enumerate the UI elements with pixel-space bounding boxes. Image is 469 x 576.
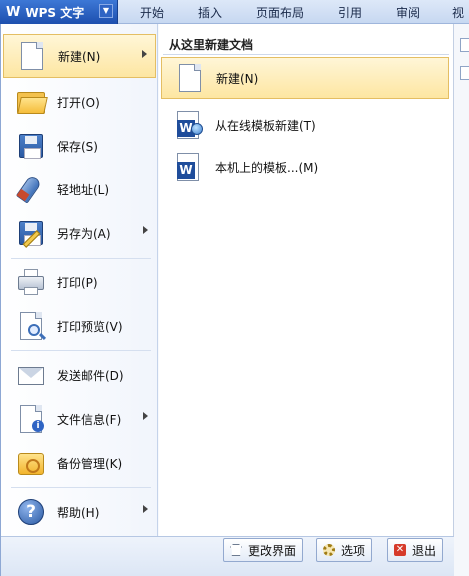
options-gear-icon	[321, 542, 337, 558]
save-as-icon	[15, 217, 47, 249]
open-folder-icon	[15, 86, 48, 118]
menu-divider	[11, 350, 151, 351]
menu-item-open[interactable]: 打开(O)	[3, 80, 156, 124]
file-info-icon: i	[15, 403, 47, 435]
menu-item-label: 轻地址(L)	[57, 182, 110, 197]
ribbon-control	[460, 38, 469, 52]
menu-item-light-address[interactable]: 轻地址(L)	[3, 167, 156, 211]
shirt-icon	[228, 542, 244, 558]
exit-icon: ✕	[394, 544, 406, 556]
mail-icon	[15, 359, 47, 391]
printer-icon	[15, 266, 47, 298]
local-template-icon: W	[175, 151, 205, 183]
menu-item-label: 打印预览(V)	[57, 319, 123, 334]
menu-item-label: 文件信息(F)	[57, 412, 122, 427]
submenu-item-label: 本机上的模板...(M)	[215, 160, 319, 175]
blank-document-icon	[176, 62, 206, 94]
menu-item-label: 帮助(H)	[57, 505, 100, 520]
ribbon-control	[460, 66, 469, 80]
submenu-item-label: 从在线模板新建(T)	[215, 118, 316, 133]
menu-item-file-info[interactable]: i 文件信息(F)	[3, 397, 156, 441]
menu-divider	[11, 258, 151, 259]
app-menu-dropdown-icon[interactable]: ▼	[99, 4, 113, 18]
menu-divider	[11, 487, 151, 488]
app-title: WPS 文字	[25, 5, 85, 20]
menu-item-label: 打开(O)	[57, 95, 100, 110]
submenu-arrow-icon	[142, 50, 147, 58]
tab-review[interactable]: 审阅	[396, 4, 420, 21]
change-interface-button[interactable]: 更改界面	[223, 538, 304, 562]
new-document-icon	[16, 40, 48, 72]
submenu-item-label: 新建(N)	[216, 71, 259, 86]
button-label: 选项	[341, 543, 366, 558]
menu-item-save[interactable]: 保存(S)	[3, 124, 156, 168]
wps-logo-icon: W	[6, 4, 20, 20]
submenu-item-online-template[interactable]: W 从在线模板新建(T)	[161, 104, 449, 146]
menu-item-print[interactable]: 打印(P)	[3, 260, 156, 304]
options-button[interactable]: 选项	[316, 538, 373, 562]
menu-item-label: 另存为(A)	[57, 226, 111, 241]
app-menu-button[interactable]: W WPS 文字 ▼	[0, 0, 118, 24]
menu-item-backup[interactable]: 备份管理(K)	[3, 441, 156, 485]
menu-item-label: 保存(S)	[57, 139, 98, 154]
tab-insert[interactable]: 插入	[198, 4, 222, 21]
submenu-divider	[163, 54, 449, 55]
submenu-item-local-template[interactable]: W 本机上的模板...(M)	[161, 146, 449, 188]
tab-view[interactable]: 视	[452, 4, 464, 21]
tab-home[interactable]: 开始	[140, 4, 164, 21]
ribbon-bar: W WPS 文字 ▼ 开始 插入 页面布局 引用 审阅 视	[0, 0, 469, 24]
submenu-arrow-icon	[143, 226, 148, 234]
backup-icon	[15, 447, 47, 479]
menu-item-label: 打印(P)	[57, 275, 98, 290]
menu-item-new[interactable]: 新建(N)	[3, 34, 156, 78]
menu-item-label: 新建(N)	[58, 49, 101, 64]
menu-item-save-as[interactable]: 另存为(A)	[3, 211, 156, 255]
menu-item-label: 备份管理(K)	[57, 456, 123, 471]
button-label: 退出	[412, 543, 437, 558]
print-preview-icon	[15, 310, 47, 342]
online-template-icon: W	[175, 109, 205, 141]
submenu-arrow-icon	[143, 412, 148, 420]
menu-item-print-preview[interactable]: 打印预览(V)	[3, 304, 156, 348]
document-area	[453, 24, 469, 576]
new-submenu-panel: 从这里新建文档 新建(N) W 从在线模板新建(T) W 本机上的模板...(M…	[159, 24, 453, 536]
help-icon: ?	[15, 496, 47, 528]
menu-item-help[interactable]: ? 帮助(H)	[3, 490, 156, 534]
submenu-arrow-icon	[143, 505, 148, 513]
save-icon	[15, 130, 47, 162]
tab-page-layout[interactable]: 页面布局	[256, 4, 304, 21]
file-menu: 新建(N) 打开(O) 保存(S) 轻地址(L) 另存为(A) 打印(P) 打印…	[0, 24, 454, 576]
submenu-heading: 从这里新建文档	[169, 38, 254, 52]
menu-item-label: 发送邮件(D)	[57, 368, 124, 383]
button-label: 更改界面	[248, 543, 297, 558]
submenu-item-new-blank[interactable]: 新建(N)	[161, 57, 449, 99]
rocket-icon	[15, 173, 47, 205]
file-menu-commands: 新建(N) 打开(O) 保存(S) 轻地址(L) 另存为(A) 打印(P) 打印…	[1, 24, 158, 536]
tab-references[interactable]: 引用	[338, 4, 362, 21]
menu-item-send-mail[interactable]: 发送邮件(D)	[3, 353, 156, 397]
exit-button[interactable]: ✕ 退出	[387, 538, 444, 562]
